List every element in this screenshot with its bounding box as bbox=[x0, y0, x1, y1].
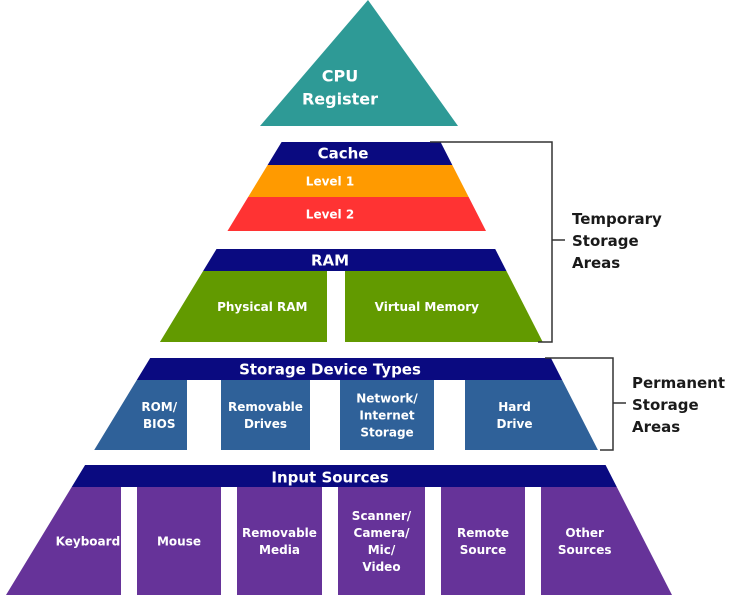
cpu-register-label-line-1: CPU bbox=[322, 66, 358, 85]
cache-level-2: Level 2 bbox=[227, 197, 487, 231]
temporary-label-line-2: Storage bbox=[572, 232, 639, 250]
input-block-shape bbox=[441, 487, 525, 595]
input-block-shape bbox=[338, 487, 425, 595]
cache-level-band bbox=[248, 165, 469, 197]
input-block-label-line-2: Camera/ bbox=[354, 526, 411, 540]
ram-block-label-line-1: Virtual Memory bbox=[375, 300, 480, 314]
storage-block-label-line-2: BIOS bbox=[143, 417, 175, 431]
storage-block: ROM/BIOS bbox=[94, 380, 187, 450]
storage-header-label: Storage Device Types bbox=[239, 360, 421, 378]
input-block: Removable Media bbox=[237, 487, 322, 595]
ram-tier: RAM Physical RAM Virtual Memory bbox=[159, 249, 543, 342]
input-block-label-line-2: Media bbox=[259, 543, 300, 557]
ram-block-label: Virtual Memory bbox=[375, 300, 480, 314]
ram-header-label: RAM bbox=[311, 251, 349, 269]
input-block-shape bbox=[237, 487, 322, 595]
input-block-shape bbox=[541, 487, 672, 595]
ram-header-label-line-1: RAM bbox=[311, 251, 349, 269]
ram-header-band bbox=[203, 249, 507, 271]
input-block-label-line-1: Keyboard bbox=[56, 534, 121, 548]
permanent-storage-label: Permanent Storage Areas bbox=[632, 374, 729, 436]
input-block-label-line-1: Mouse bbox=[157, 534, 201, 548]
storage-block: Network/Internet Storage bbox=[340, 380, 434, 450]
cache-level-label: Level 2 bbox=[306, 207, 354, 221]
storage-block: Removable Drives bbox=[221, 380, 310, 450]
storage-block-label-line-1: Hard bbox=[498, 400, 531, 414]
permanent-label-line-1: Permanent bbox=[632, 374, 725, 392]
storage-block-label-line-1: Network/ bbox=[356, 391, 418, 405]
cache-level-label-line-1: Level 2 bbox=[306, 207, 354, 221]
storage-block-label-line-1: ROM/ bbox=[141, 400, 177, 414]
permanent-label-line-2: Storage bbox=[632, 396, 699, 414]
input-block-label: Keyboard bbox=[56, 534, 121, 548]
storage-block-shape bbox=[221, 380, 310, 450]
input-block: Other Sources bbox=[541, 487, 672, 595]
temporary-label-line-3: Areas bbox=[572, 254, 620, 272]
input-block-label-line-2: Source bbox=[460, 543, 507, 557]
ram-block-label-line-1: Physical RAM bbox=[217, 300, 307, 314]
input-block-label-line-2: Sources bbox=[558, 543, 612, 557]
input-header-label: Input Sources bbox=[271, 468, 388, 486]
input-block-label-line-1: Scanner/ bbox=[352, 509, 412, 523]
storage-block: Hard Drive bbox=[465, 380, 598, 450]
permanent-label-line-3: Areas bbox=[632, 418, 680, 436]
input-block-label-line-1: Removable bbox=[242, 526, 317, 540]
storage-block-label-line-2: Drive bbox=[497, 417, 533, 431]
ram-block-label: Physical RAM bbox=[217, 300, 307, 314]
temporary-storage-label: Temporary Storage Areas bbox=[572, 210, 667, 272]
input-header-label-line-1: Input Sources bbox=[271, 468, 388, 486]
input-block-label: Mouse bbox=[157, 534, 201, 548]
input-sources-tier: Input Sources Keyboard Mouse Removable Media… bbox=[6, 465, 672, 595]
storage-tier: Storage Device Types ROM/BIOS Removable Dri… bbox=[94, 358, 598, 450]
input-block-label-line-3: Mic/ bbox=[368, 543, 396, 557]
input-block: Keyboard bbox=[6, 487, 121, 595]
ram-block: Physical RAM bbox=[159, 271, 327, 342]
storage-block-shape bbox=[94, 380, 187, 450]
memory-hierarchy-pyramid: CPU Register Cache Level 1 Level 2 RAM Physi… bbox=[6, 0, 729, 595]
input-block: Scanner/Camera/Mic/Video bbox=[338, 487, 425, 595]
input-block-label-line-4: Video bbox=[362, 560, 400, 574]
cache-tier: Cache Level 1 Level 2 bbox=[227, 142, 487, 231]
storage-block-label-line-2: Internet bbox=[359, 408, 414, 422]
cache-level-1: Level 1 bbox=[248, 165, 469, 197]
temporary-label-line-1: Temporary bbox=[572, 210, 662, 228]
cache-level-label: Level 1 bbox=[306, 174, 354, 188]
ram-block: Virtual Memory bbox=[345, 271, 543, 342]
storage-block-label-line-3: Storage bbox=[360, 425, 413, 439]
input-block-label-line-1: Other bbox=[565, 526, 604, 540]
cpu-register-label-line-2: Register bbox=[302, 89, 378, 108]
cache-header-label: Cache bbox=[318, 144, 369, 162]
storage-block-label-line-1: Removable bbox=[228, 400, 303, 414]
input-block: Mouse bbox=[137, 487, 221, 595]
storage-block-label-line-2: Drives bbox=[244, 417, 287, 431]
input-block: Remote Source bbox=[441, 487, 525, 595]
cache-header-label-line-1: Cache bbox=[318, 144, 369, 162]
storage-header-label-line-1: Storage Device Types bbox=[239, 360, 421, 378]
input-block-label-line-1: Remote bbox=[457, 526, 509, 540]
storage-block-shape bbox=[465, 380, 598, 450]
storage-block-label: Network/Internet Storage bbox=[356, 391, 418, 439]
cpu-register-tier: CPU Register bbox=[260, 0, 458, 126]
cache-level-band bbox=[227, 197, 487, 231]
cache-level-label-line-1: Level 1 bbox=[306, 174, 354, 188]
